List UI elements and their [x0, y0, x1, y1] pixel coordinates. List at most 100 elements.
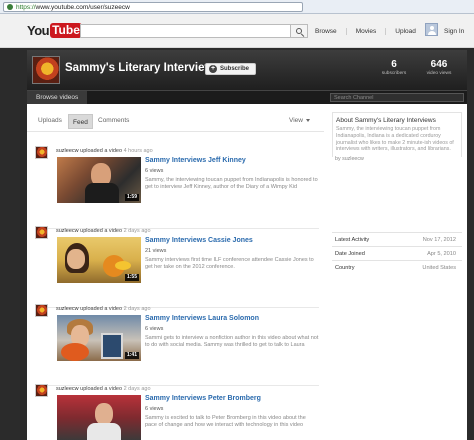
video-thumbnail[interactable] — [57, 395, 141, 440]
activity-action: uploaded a video — [78, 228, 124, 234]
feed-item: suzleecw uploaded a video 2 days ago 1:4… — [27, 300, 324, 373]
feed-item: suzleecw uploaded a video 4 hours ago 1:… — [27, 142, 324, 215]
video-description: Sammi gets to interview a nonfiction aut… — [145, 335, 319, 348]
about-text: Sammy, the interviewing toucan puppet fr… — [336, 126, 454, 153]
video-title-link[interactable]: Sammy Interviews Peter Bromberg — [145, 395, 261, 402]
video-thumbnail[interactable]: 1:59 — [57, 157, 141, 203]
activity-action: uploaded a video — [78, 148, 124, 154]
search-button[interactable] — [291, 24, 308, 38]
subscribe-button[interactable]: + Subscribe — [205, 63, 256, 75]
view-label: View — [289, 117, 303, 124]
thumbnail-book — [101, 333, 123, 359]
feed-item: suzleecw uploaded a video 2 days ago Sam… — [27, 380, 324, 440]
activity-time: 2 days ago — [123, 228, 151, 234]
browse-videos-button[interactable]: Browse videos — [27, 91, 88, 104]
url-path: www.youtube.com/user/suzeecw — [35, 3, 130, 11]
video-description: Sammy, the interviewing toucan puppet fr… — [145, 177, 318, 190]
uploader-avatar[interactable] — [35, 226, 48, 239]
uploader-avatar[interactable] — [35, 384, 48, 397]
stat-value: Nov 17, 2012 — [422, 237, 456, 243]
video-description: Sammy interviews first time ILF conferen… — [145, 257, 314, 270]
nav-movies[interactable]: Movies — [345, 28, 376, 35]
stat-value: Apr 5, 2010 — [427, 251, 456, 257]
stat-key: Latest Activity — [335, 237, 370, 243]
url-scheme: https:// — [16, 3, 36, 11]
video-title-link[interactable]: Sammy Interviews Laura Solomon — [145, 315, 259, 322]
video-thumbnail[interactable]: 1:41 — [57, 315, 141, 361]
activity-line: suzleecw uploaded a video 2 days ago — [56, 386, 151, 392]
activity-line: suzleecw uploaded a video 2 days ago — [56, 228, 151, 234]
channel-owner[interactable]: by suzleecw — [335, 156, 364, 162]
channel-title: Sammy's Literary Interviews — [65, 62, 220, 74]
thumbnail-person — [67, 249, 85, 269]
stat-row-latest-activity: Latest Activity Nov 17, 2012 — [332, 232, 462, 246]
page-background-edge — [467, 48, 474, 440]
view-dropdown[interactable]: View — [289, 117, 310, 124]
activity-action: uploaded a video — [78, 306, 124, 312]
activity-time: 2 days ago — [123, 386, 151, 392]
uploader-name[interactable]: suzleecw — [56, 148, 79, 154]
video-duration: 1:41 — [124, 352, 139, 359]
thumbnail-person-body — [85, 183, 119, 203]
uploader-name[interactable]: suzleecw — [56, 306, 79, 312]
logo-you-text: You — [27, 23, 50, 38]
video-title-link[interactable]: Sammy Interviews Jeff Kinney — [145, 157, 246, 164]
channel-subnav: Browse videos Search Channel — [27, 90, 467, 104]
video-duration: 1:55 — [124, 274, 139, 281]
logo-tube-text: Tube — [50, 23, 82, 38]
browser-address-bar: https://www.youtube.com/user/suzeecw — [0, 0, 474, 14]
video-duration: 1:59 — [124, 194, 139, 201]
about-box: About Sammy's Literary Interviews Sammy,… — [332, 112, 462, 158]
activity-line: suzleecw uploaded a video 4 hours ago — [56, 148, 153, 154]
activity-time: 2 days ago — [123, 306, 151, 312]
feed-item: suzleecw uploaded a video 2 days ago 1:5… — [27, 222, 324, 295]
stat-key: Country — [335, 265, 355, 271]
views-label: video views — [426, 71, 452, 76]
video-views: 6 views — [145, 406, 164, 412]
about-title: About Sammy's Literary Interviews — [336, 117, 436, 124]
activity-feed: Uploads Feed Comments View suzleecw uplo… — [27, 104, 324, 440]
subscribers-count: 6 — [391, 59, 397, 70]
thumbnail-person — [95, 403, 113, 425]
search-input[interactable] — [80, 24, 291, 38]
activity-action: uploaded a video — [78, 386, 124, 392]
thumbnail-toucan-puppet — [61, 343, 89, 361]
thumbnail-person-body — [87, 423, 121, 440]
video-title-link[interactable]: Sammy Interviews Cassie Jones — [145, 237, 253, 244]
secure-lock-icon — [7, 4, 13, 10]
channel-banner: Sammy's Literary Interviews + Subscribe … — [27, 50, 467, 90]
activity-time: 4 hours ago — [123, 148, 153, 154]
user-avatar-icon[interactable] — [425, 23, 438, 36]
nav-browse[interactable]: Browse — [315, 28, 337, 35]
top-nav: Browse Movies Upload — [315, 28, 416, 35]
views-count: 646 — [430, 59, 448, 70]
stat-key: Date Joined — [335, 251, 365, 257]
subscribers-stat: 6 subscribers — [378, 59, 410, 76]
views-stat: 646 video views — [420, 59, 458, 76]
tab-uploads[interactable]: Uploads — [38, 117, 62, 124]
uploader-name[interactable]: suzleecw — [56, 228, 79, 234]
video-views: 6 views — [145, 326, 164, 332]
uploader-avatar[interactable] — [35, 304, 48, 317]
channel-search-input[interactable]: Search Channel — [330, 93, 464, 102]
video-description: Sammy is excited to talk to Peter Brombe… — [145, 415, 306, 428]
youtube-logo[interactable]: You Tube — [27, 23, 82, 38]
youtube-masthead: You Tube Browse Movies Upload Sign In — [0, 14, 474, 48]
subscribers-label: subscribers — [381, 71, 407, 76]
tab-feed[interactable]: Feed — [68, 114, 93, 129]
channel-avatar[interactable] — [32, 56, 60, 84]
uploader-name[interactable]: suzleecw — [56, 386, 79, 392]
nav-upload[interactable]: Upload — [385, 28, 416, 35]
stat-value: United States — [422, 265, 456, 271]
search-icon — [296, 28, 302, 34]
subscribe-label: Subscribe — [220, 66, 250, 72]
video-thumbnail[interactable]: 1:55 — [57, 237, 141, 283]
video-views: 6 views — [145, 168, 164, 174]
chevron-down-icon — [305, 119, 310, 122]
tab-comments[interactable]: Comments — [98, 117, 129, 124]
video-views: 21 views — [145, 248, 167, 254]
url-field[interactable]: https://www.youtube.com/user/suzeecw — [3, 2, 303, 12]
sign-in-link[interactable]: Sign In — [444, 28, 464, 35]
uploader-avatar[interactable] — [35, 146, 48, 159]
activity-line: suzleecw uploaded a video 2 days ago — [56, 306, 151, 312]
